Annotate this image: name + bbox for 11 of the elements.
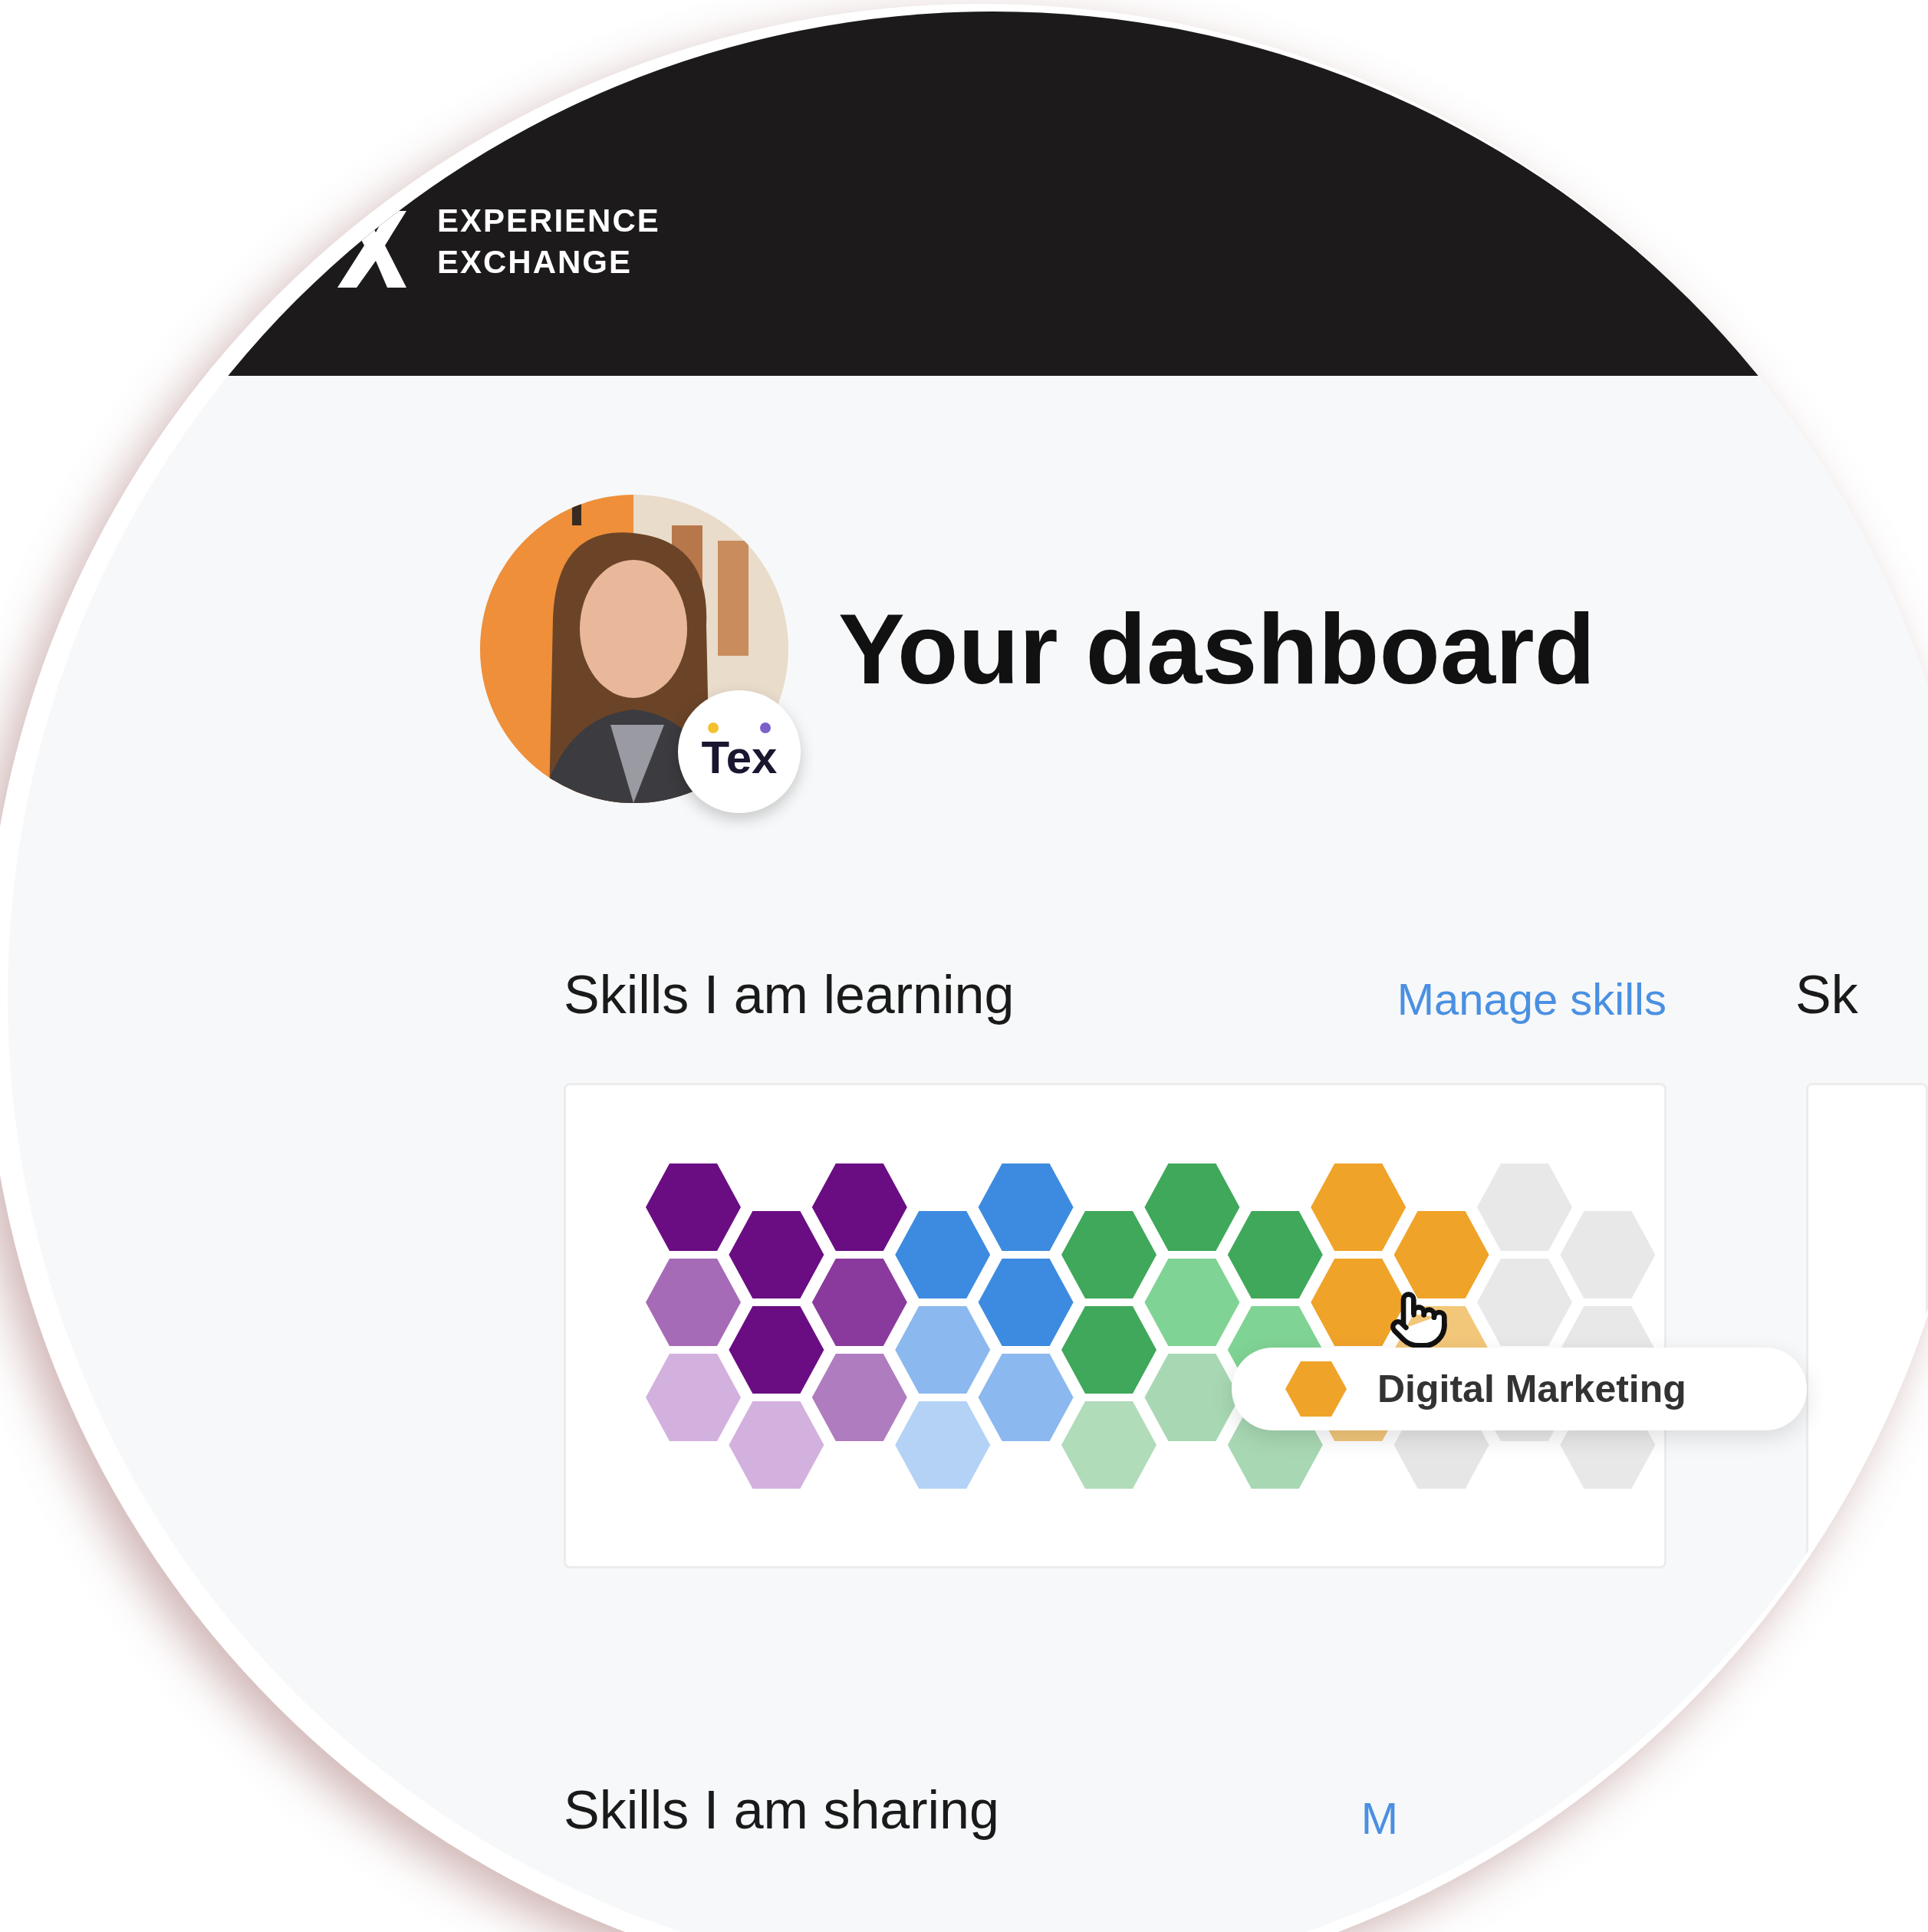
logo-text: EXPERIENCE [437,203,660,239]
tooltip-label: Digital Marketing [1377,1366,1686,1412]
logo-text: EXCHANGE [437,245,633,280]
dots-icon [707,722,772,734]
manage-skills-link[interactable]: Manage skills [1397,957,1666,1032]
tex-badge: Tex [678,690,801,813]
manage-link[interactable]: M [1360,1769,1398,1851]
section-title: Skills I am learning [564,963,1015,1026]
section-title: Skills I am sharing [564,1779,999,1841]
page-title: Your dashboard [838,599,1596,699]
section-title: Sk [1795,963,1858,1026]
